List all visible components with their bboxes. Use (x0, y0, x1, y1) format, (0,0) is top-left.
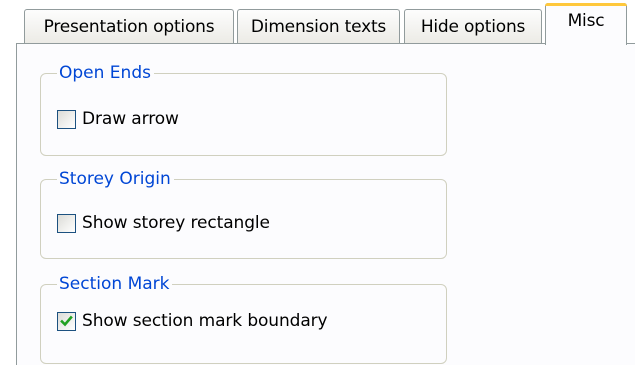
tab-presentation-options[interactable]: Presentation options (24, 9, 234, 43)
misc-options-dialog: Presentation options Dimension texts Hid… (0, 0, 635, 365)
draw-arrow-option[interactable]: Draw arrow (57, 107, 179, 131)
group-title-section-mark: Section Mark (57, 273, 173, 295)
show-section-mark-boundary-option[interactable]: Show section mark boundary (57, 309, 328, 333)
section-mark-group: Section Mark Show section mark boundary (40, 273, 447, 364)
group-title-open-ends: Open Ends (57, 62, 154, 84)
show-section-mark-boundary-label[interactable]: Show section mark boundary (82, 311, 328, 331)
show-storey-rectangle-option[interactable]: Show storey rectangle (57, 211, 270, 235)
tab-strip: Presentation options Dimension texts Hid… (0, 0, 635, 45)
tab-dimension-texts[interactable]: Dimension texts (237, 9, 400, 43)
draw-arrow-label[interactable]: Draw arrow (82, 109, 179, 129)
open-ends-group: Open Ends Draw arrow (40, 62, 447, 156)
draw-arrow-checkbox[interactable] (57, 109, 76, 129)
checkmark-icon (60, 315, 73, 326)
show-section-mark-boundary-checkbox[interactable] (57, 311, 76, 331)
group-title-storey-origin: Storey Origin (57, 168, 174, 190)
show-storey-rectangle-checkbox[interactable] (57, 213, 76, 233)
storey-origin-group: Storey Origin Show storey rectangle (40, 168, 447, 259)
tab-hide-options[interactable]: Hide options (404, 9, 542, 43)
show-storey-rectangle-label[interactable]: Show storey rectangle (82, 213, 270, 233)
tab-misc[interactable]: Misc (545, 3, 627, 45)
